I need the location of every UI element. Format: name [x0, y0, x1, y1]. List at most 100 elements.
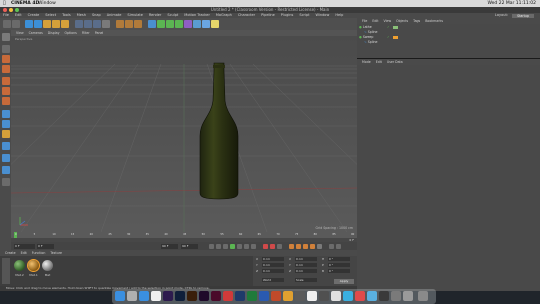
- chrome-icon[interactable]: [283, 291, 293, 301]
- points-mode-icon[interactable]: [1, 77, 10, 85]
- move-tool-icon[interactable]: [34, 20, 42, 28]
- perspective-viewport[interactable]: Perspective Grid Spacing: 1000 cm: [11, 36, 357, 232]
- edges-mode-icon[interactable]: [1, 87, 10, 95]
- menu-select[interactable]: Select: [45, 13, 56, 17]
- camera-icon[interactable]: [202, 20, 210, 28]
- locked-workplane-icon[interactable]: [1, 154, 10, 162]
- menu-create[interactable]: Create: [28, 13, 40, 17]
- mat-menu-create[interactable]: Create: [5, 251, 16, 255]
- menu-sculpt[interactable]: Sculpt: [167, 13, 178, 17]
- y-axis-icon[interactable]: [84, 20, 92, 28]
- x-axis-icon[interactable]: [75, 20, 83, 28]
- applications-folder-icon[interactable]: [403, 291, 413, 301]
- floor-icon[interactable]: [193, 20, 201, 28]
- apply-button[interactable]: Apply: [334, 279, 354, 284]
- terminal-icon[interactable]: [319, 291, 329, 301]
- pen-icon[interactable]: [157, 20, 165, 28]
- menu-tools[interactable]: Tools: [62, 13, 71, 17]
- render-view-icon[interactable]: [116, 20, 124, 28]
- menu-help[interactable]: Help: [335, 13, 343, 17]
- menu-plugins[interactable]: Plugins: [281, 13, 294, 17]
- model-mode-icon[interactable]: [1, 45, 10, 53]
- word-icon[interactable]: [259, 291, 269, 301]
- viewport-menu-options[interactable]: Options: [65, 31, 77, 35]
- position-y-field[interactable]: 0 cm: [262, 263, 284, 267]
- launchpad-icon[interactable]: [127, 291, 137, 301]
- z-axis-icon[interactable]: [93, 20, 101, 28]
- position-x-field[interactable]: 0 cm: [262, 257, 284, 261]
- coordinate-mode-dropdown[interactable]: World: [262, 278, 284, 282]
- timeline-layout-icon[interactable]: [336, 243, 341, 249]
- timeline-settings-icon[interactable]: [329, 243, 334, 249]
- material-swatch-selected[interactable]: [27, 259, 40, 272]
- material-swatch[interactable]: [42, 260, 53, 271]
- menu-edit[interactable]: Edit: [15, 13, 22, 17]
- om-menu-edit[interactable]: Edit: [372, 19, 378, 23]
- timeline[interactable]: 0 5 10 15 20 25 30 35 40 45 50 55 60 65 70 75 80 85 90 0 F: [11, 232, 357, 242]
- material-tag-icon[interactable]: [393, 26, 398, 29]
- powerpoint-icon[interactable]: [271, 291, 281, 301]
- start-frame-field[interactable]: 0 F: [37, 243, 54, 249]
- app-store-icon[interactable]: [343, 291, 353, 301]
- record-icon[interactable]: [263, 243, 268, 249]
- om-menu-view[interactable]: View: [384, 19, 392, 23]
- cinema4d-icon[interactable]: [235, 291, 245, 301]
- keyframe-selection-icon[interactable]: [277, 243, 282, 249]
- mac-menu-window[interactable]: Window: [38, 0, 56, 7]
- subdivision-icon[interactable]: [166, 20, 174, 28]
- go-to-end-icon[interactable]: [251, 243, 256, 249]
- premiere-icon[interactable]: [163, 291, 173, 301]
- after-effects-icon[interactable]: [199, 291, 209, 301]
- menu-animate[interactable]: Animate: [107, 13, 122, 17]
- menu-mograph[interactable]: MoGraph: [216, 13, 232, 17]
- make-editable-icon[interactable]: [1, 33, 10, 41]
- illustrator-icon[interactable]: [187, 291, 197, 301]
- position-z-field[interactable]: 0 cm: [262, 269, 284, 273]
- play-icon[interactable]: [230, 243, 235, 249]
- attr-menu-mode[interactable]: Mode: [362, 60, 371, 64]
- documents-folder-icon[interactable]: [391, 291, 401, 301]
- size-y-field[interactable]: 0 cm: [295, 263, 317, 267]
- messages-icon[interactable]: [367, 291, 377, 301]
- safari-icon[interactable]: [139, 291, 149, 301]
- point-level-icon[interactable]: [317, 243, 322, 249]
- object-row[interactable]: ∿ Spline: [359, 40, 540, 45]
- tweak-icon[interactable]: [1, 120, 10, 128]
- viewport-menu-view[interactable]: View: [16, 31, 24, 35]
- minimize-icon[interactable]: [9, 8, 13, 12]
- cube-icon[interactable]: [148, 20, 156, 28]
- app-menu[interactable]: CINEMA 4D: [11, 0, 39, 7]
- excel-icon[interactable]: [247, 291, 257, 301]
- size-mode-dropdown[interactable]: Scale: [295, 278, 317, 282]
- menu-pipeline[interactable]: Pipeline: [261, 13, 275, 17]
- workplane-mode-icon[interactable]: [1, 65, 10, 73]
- mat-menu-edit[interactable]: Edit: [21, 251, 27, 255]
- scale-key-icon[interactable]: [296, 243, 301, 249]
- viewport-menu-panel[interactable]: Panel: [95, 31, 104, 35]
- photoshop-icon[interactable]: [175, 291, 185, 301]
- next-key-icon[interactable]: [244, 243, 249, 249]
- trash-icon[interactable]: [418, 291, 428, 301]
- calendar-icon[interactable]: [307, 291, 317, 301]
- om-menu-file[interactable]: File: [362, 19, 367, 23]
- menu-file[interactable]: File: [3, 13, 9, 17]
- rotation-key-icon[interactable]: [303, 243, 308, 249]
- position-key-icon[interactable]: [289, 243, 294, 249]
- size-x-field[interactable]: 0 cm: [295, 257, 317, 261]
- mat-menu-function[interactable]: Function: [32, 251, 46, 255]
- beer-bottle-model[interactable]: [194, 61, 244, 201]
- recent-tool-icon[interactable]: [61, 20, 69, 28]
- close-icon[interactable]: [3, 8, 7, 12]
- attr-menu-user-data[interactable]: User Data: [387, 60, 403, 64]
- photos-icon[interactable]: [151, 291, 161, 301]
- menu-character[interactable]: Character: [238, 13, 255, 17]
- system-preferences-icon[interactable]: [331, 291, 341, 301]
- om-menu-bookmarks[interactable]: Bookmarks: [425, 19, 443, 23]
- array-icon[interactable]: [175, 20, 183, 28]
- coordinate-system-icon[interactable]: [102, 20, 110, 28]
- previous-frame-icon[interactable]: [223, 243, 228, 249]
- next-frame-icon[interactable]: [237, 243, 242, 249]
- menu-mesh[interactable]: Mesh: [77, 13, 86, 17]
- apple-icon[interactable]: : [3, 0, 6, 7]
- light-icon[interactable]: [211, 20, 219, 28]
